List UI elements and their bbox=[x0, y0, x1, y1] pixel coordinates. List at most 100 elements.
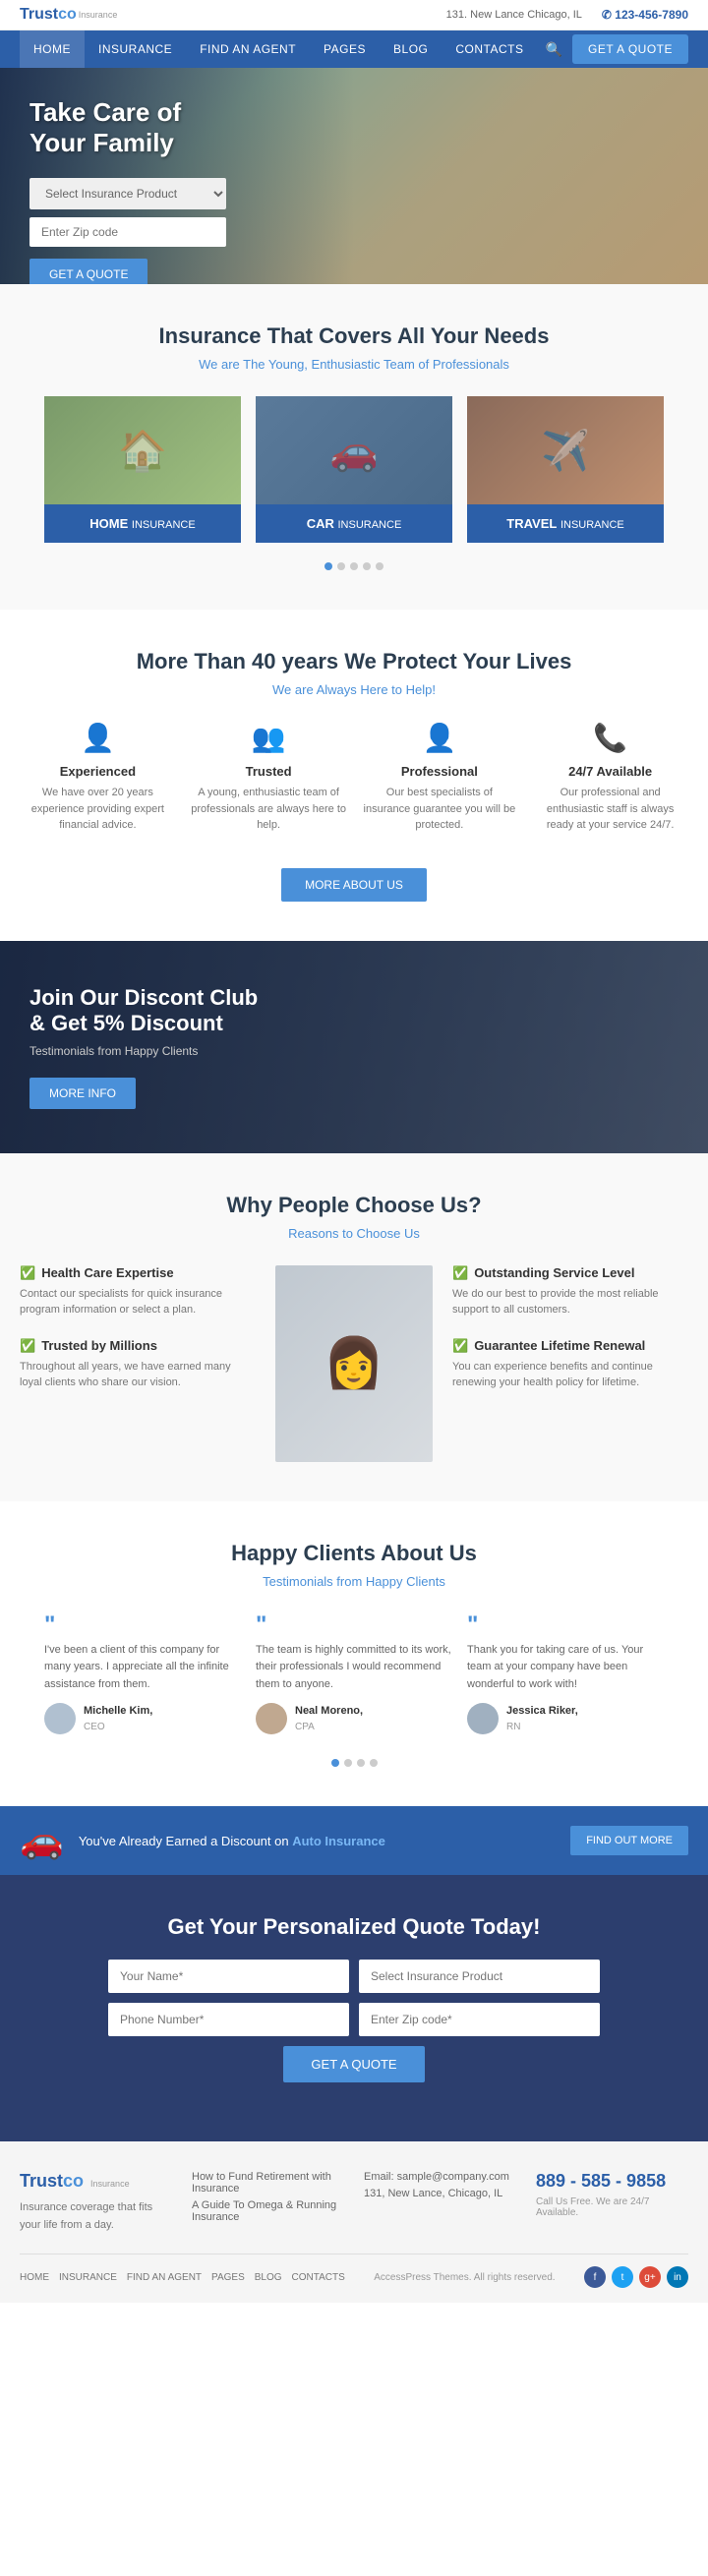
nav-blog[interactable]: BLOG bbox=[380, 30, 442, 68]
why-title: Why People Choose Us? bbox=[20, 1193, 688, 1218]
quote-submit-button[interactable]: GET A QUOTE bbox=[283, 2046, 424, 2082]
testimonial-text-0: I've been a client of this company for m… bbox=[44, 1642, 241, 1694]
experienced-desc: We have over 20 years experience providi… bbox=[20, 785, 176, 834]
insurance-card-car[interactable]: 🚗 CAR Insurance bbox=[256, 396, 452, 543]
testimonials-title: Happy Clients About Us bbox=[20, 1541, 688, 1566]
nav-insurance[interactable]: INSURANCE bbox=[85, 30, 186, 68]
quote-mark-1: " bbox=[256, 1613, 452, 1637]
testimonials-subtitle: Testimonials from Happy Clients bbox=[20, 1574, 688, 1589]
available-title: 24/7 Available bbox=[532, 764, 688, 779]
twitter-icon[interactable]: t bbox=[612, 2266, 633, 2288]
testimonial-1: " The team is highly committed to its wo… bbox=[256, 1613, 452, 1735]
why-right: ✅ Outstanding Service Level We do our be… bbox=[452, 1265, 688, 1391]
why-guarantee-title: ✅ Guarantee Lifetime Renewal bbox=[452, 1338, 688, 1354]
auto-text-link[interactable]: Auto Insurance bbox=[292, 1834, 385, 1848]
tdot-3[interactable] bbox=[357, 1759, 365, 1767]
search-icon[interactable]: 🔍 bbox=[546, 41, 562, 58]
trust-section: More Than 40 years We Protect Your Lives… bbox=[0, 610, 708, 941]
tdot-2[interactable] bbox=[344, 1759, 352, 1767]
nav-pages[interactable]: PAGES bbox=[310, 30, 380, 68]
avatar-info-2: Jessica Riker, RN bbox=[506, 1705, 578, 1732]
why-guarantee-desc: You can experience benefits and continue… bbox=[452, 1359, 688, 1391]
dot-3[interactable] bbox=[350, 562, 358, 570]
footer-nav-blog[interactable]: BLOG bbox=[255, 2272, 282, 2283]
quote-phone-input[interactable] bbox=[108, 2003, 349, 2036]
why-health: ✅ Health Care Expertise Contact our spec… bbox=[20, 1265, 256, 1318]
footer-nav-pages[interactable]: PAGES bbox=[211, 2272, 245, 2283]
why-trusted: ✅ Trusted by Millions Throughout all yea… bbox=[20, 1338, 256, 1391]
car-img-placeholder: 🚗 bbox=[256, 396, 452, 504]
testimonials-section: Happy Clients About Us Testimonials from… bbox=[0, 1501, 708, 1807]
footer-links-col: How to Fund Retirement with Insurance A … bbox=[192, 2171, 344, 2234]
footer-bottom: HOME INSURANCE FIND AN AGENT PAGES BLOG … bbox=[20, 2254, 688, 2288]
footer-nav-insurance[interactable]: INSURANCE bbox=[59, 2272, 117, 2283]
why-trusted-title: ✅ Trusted by Millions bbox=[20, 1338, 256, 1354]
nav-contacts[interactable]: CONTACTS bbox=[442, 30, 537, 68]
avatar-0 bbox=[44, 1703, 76, 1734]
insurance-product-select[interactable]: Select Insurance Product bbox=[30, 178, 226, 209]
footer-email: Email: sample@company.com bbox=[364, 2171, 516, 2183]
footer-desc: Insurance coverage that fits your life f… bbox=[20, 2199, 172, 2234]
logo-insurance: Insurance bbox=[79, 10, 118, 20]
why-left: ✅ Health Care Expertise Contact our spec… bbox=[20, 1265, 256, 1391]
linkedin-icon[interactable]: in bbox=[667, 2266, 688, 2288]
footer-about-col: Trustco Insurance Insurance coverage tha… bbox=[20, 2171, 172, 2234]
testimonial-avatar-0: Michelle Kim, CEO bbox=[44, 1703, 241, 1734]
nav-find-agent[interactable]: FIND AN AGENT bbox=[186, 30, 310, 68]
travel-label-type: Insurance bbox=[560, 519, 624, 531]
insurance-cards: 🏠 HOME Insurance 🚗 CAR Insurance ✈️ TRAV… bbox=[20, 396, 688, 543]
nav-quote-button[interactable]: GET A QUOTE bbox=[572, 34, 688, 64]
more-info-button[interactable]: MORE INFO bbox=[30, 1078, 136, 1109]
tdot-4[interactable] bbox=[370, 1759, 378, 1767]
footer-nav-find-agent[interactable]: FIND AN AGENT bbox=[127, 2272, 202, 2283]
quote-form: GET A QUOTE bbox=[108, 1960, 600, 2082]
testimonial-avatar-2: Jessica Riker, RN bbox=[467, 1703, 664, 1734]
find-out-button[interactable]: FIND OUT MORE bbox=[570, 1826, 688, 1855]
available-icon: 📞 bbox=[532, 722, 688, 754]
testimonials-dots bbox=[20, 1759, 688, 1767]
footer-address: 131, New Lance, Chicago, IL bbox=[364, 2188, 516, 2199]
footer-logo-trust: Trust bbox=[20, 2171, 63, 2191]
why-trusted-icon: ✅ bbox=[20, 1338, 35, 1354]
insurance-card-travel[interactable]: ✈️ TRAVEL Insurance bbox=[467, 396, 664, 543]
zip-code-input[interactable] bbox=[30, 217, 226, 247]
trusted-icon: 👥 bbox=[191, 722, 347, 754]
quote-mark-2: " bbox=[467, 1613, 664, 1637]
trust-experienced: 👤 Experienced We have over 20 years expe… bbox=[20, 722, 176, 834]
carousel-dots bbox=[20, 562, 688, 570]
why-outstanding: ✅ Outstanding Service Level We do our be… bbox=[452, 1265, 688, 1318]
google-plus-icon[interactable]: g+ bbox=[639, 2266, 661, 2288]
dot-4[interactable] bbox=[363, 562, 371, 570]
footer-link-2[interactable]: A Guide To Omega & Running Insurance bbox=[192, 2199, 344, 2223]
quote-zip-input[interactable] bbox=[359, 2003, 600, 2036]
avatar-2 bbox=[467, 1703, 499, 1734]
home-label-type: Insurance bbox=[132, 519, 196, 531]
quote-name-input[interactable] bbox=[108, 1960, 349, 1993]
dot-5[interactable] bbox=[376, 562, 384, 570]
insurance-card-home[interactable]: 🏠 HOME Insurance bbox=[44, 396, 241, 543]
nav-home[interactable]: HOME bbox=[20, 30, 85, 68]
quote-title: Get Your Personalized Quote Today! bbox=[20, 1914, 688, 1940]
footer-logo-ins: Insurance bbox=[90, 2179, 130, 2189]
facebook-icon[interactable]: f bbox=[584, 2266, 606, 2288]
hero-quote-button[interactable]: GET A QUOTE bbox=[30, 259, 148, 284]
footer-contact-col: Email: sample@company.com 131, New Lance… bbox=[364, 2171, 516, 2234]
experienced-title: Experienced bbox=[20, 764, 176, 779]
quote-product-input[interactable] bbox=[359, 1960, 600, 1993]
testimonial-text-2: Thank you for taking care of us. Your te… bbox=[467, 1642, 664, 1694]
available-desc: Our professional and enthusiastic staff … bbox=[532, 785, 688, 834]
dot-1[interactable] bbox=[324, 562, 332, 570]
more-about-button[interactable]: MORE ABOUT US bbox=[281, 868, 427, 902]
footer-nav-home[interactable]: HOME bbox=[20, 2272, 49, 2283]
trust-features: 👤 Experienced We have over 20 years expe… bbox=[20, 722, 688, 834]
why-outstanding-icon: ✅ bbox=[452, 1265, 468, 1281]
footer-link-1[interactable]: How to Fund Retirement with Insurance bbox=[192, 2171, 344, 2195]
home-img-placeholder: 🏠 bbox=[44, 396, 241, 504]
dot-2[interactable] bbox=[337, 562, 345, 570]
footer-nav-contacts[interactable]: CONTACTS bbox=[292, 2272, 345, 2283]
tdot-1[interactable] bbox=[331, 1759, 339, 1767]
travel-img-placeholder: ✈️ bbox=[467, 396, 664, 504]
why-trusted-desc: Throughout all years, we have earned man… bbox=[20, 1359, 256, 1391]
car-insurance-image: 🚗 bbox=[256, 396, 452, 504]
logo: Trustco Insurance bbox=[20, 6, 117, 24]
